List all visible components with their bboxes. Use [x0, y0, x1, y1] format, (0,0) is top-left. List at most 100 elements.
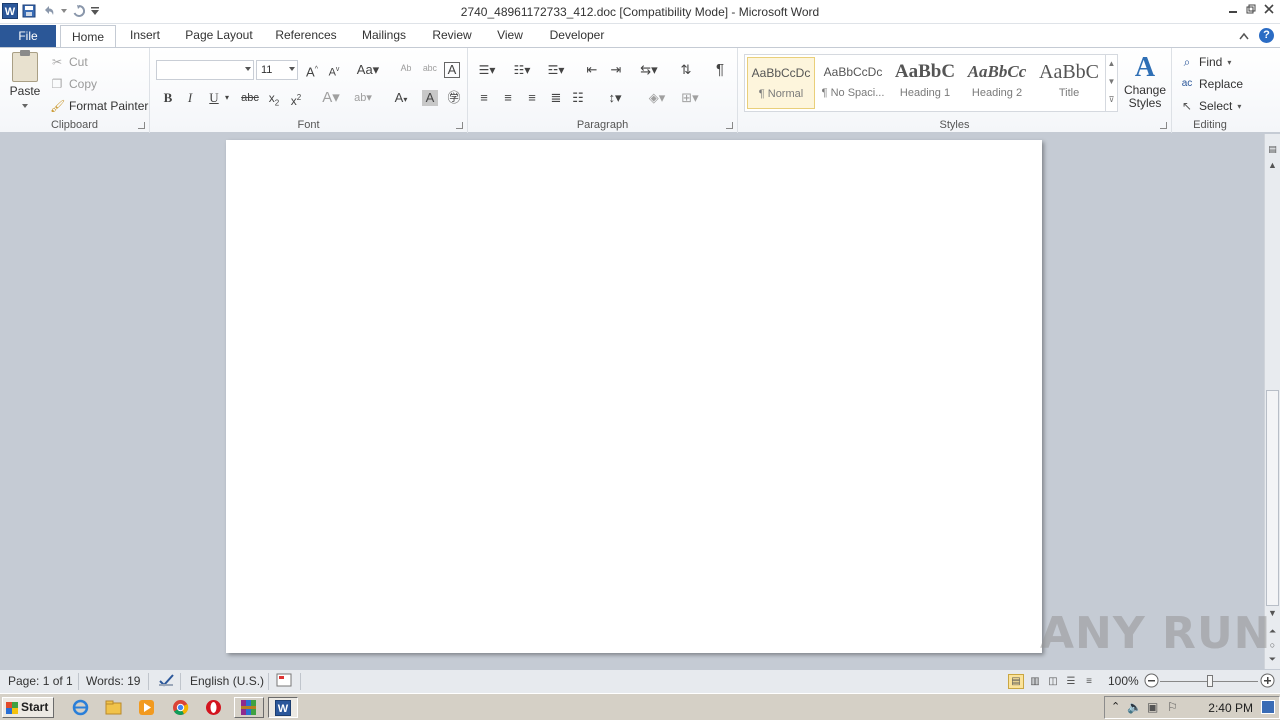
line-spacing-icon[interactable]: ↕▾: [602, 88, 628, 108]
font-launcher-icon[interactable]: [456, 122, 463, 129]
outline-view-icon[interactable]: ☰: [1063, 674, 1079, 689]
align-left-icon[interactable]: ≡: [474, 88, 494, 108]
chrome-icon[interactable]: [172, 699, 189, 716]
show-desktop-icon[interactable]: [1261, 700, 1275, 714]
zoom-out-icon[interactable]: [1144, 673, 1159, 691]
text-effects-icon[interactable]: A▾: [318, 88, 344, 108]
tab-view[interactable]: View: [490, 24, 530, 47]
page-count[interactable]: Page: 1 of 1: [8, 674, 73, 688]
tab-file[interactable]: File: [0, 25, 56, 47]
tab-page-layout[interactable]: Page Layout: [180, 24, 258, 47]
underline-icon[interactable]: U: [204, 88, 224, 108]
multilevel-list-icon[interactable]: ☲▾: [542, 60, 570, 80]
text-highlight-icon[interactable]: ab▾: [348, 88, 378, 108]
proofing-icon[interactable]: [158, 672, 176, 691]
media-player-icon[interactable]: [138, 699, 155, 716]
align-center-icon[interactable]: ≡: [498, 88, 518, 108]
zoom-slider-thumb[interactable]: [1207, 675, 1213, 687]
start-button[interactable]: Start: [2, 697, 54, 718]
internet-explorer-icon[interactable]: [72, 699, 89, 716]
bullets-icon[interactable]: ☰▾: [474, 60, 500, 80]
select-button[interactable]: ↖ Select ▾: [1180, 96, 1241, 116]
style-heading-1[interactable]: AaBbC Heading 1: [891, 57, 959, 109]
draft-view-icon[interactable]: ≡: [1081, 674, 1097, 689]
style-title[interactable]: AaBbC Title: [1035, 57, 1103, 109]
character-shading-icon[interactable]: A: [422, 90, 438, 106]
underline-dropdown-icon[interactable]: ▾: [222, 88, 232, 108]
print-layout-view-icon[interactable]: ▤: [1008, 674, 1024, 689]
show-formatting-icon[interactable]: ¶: [710, 60, 730, 80]
help-icon[interactable]: ?: [1259, 28, 1274, 43]
tab-home[interactable]: Home: [60, 25, 116, 48]
paragraph-launcher-icon[interactable]: [726, 122, 733, 129]
opera-icon[interactable]: [205, 699, 222, 716]
scroll-up-icon[interactable]: ▲: [1265, 158, 1280, 172]
style-heading-2[interactable]: AaBbCc Heading 2: [963, 57, 1031, 109]
full-screen-reading-icon[interactable]: ▥: [1027, 674, 1043, 689]
volume-icon[interactable]: 🔈: [1127, 700, 1142, 714]
taskbar-item-winrar[interactable]: [234, 697, 264, 718]
language[interactable]: English (U.S.): [190, 674, 264, 688]
clear-formatting-icon[interactable]: ᴬᵇ: [396, 60, 416, 80]
style-gallery-scroll[interactable]: ▲ ▼ ⊽: [1105, 55, 1117, 111]
styles-launcher-icon[interactable]: [1160, 122, 1167, 129]
justify-icon[interactable]: ≣: [546, 88, 566, 108]
italic-icon[interactable]: I: [180, 88, 200, 108]
decrease-indent-icon[interactable]: ⇤: [582, 60, 602, 80]
show-hidden-icons-icon[interactable]: ⌃: [1111, 700, 1120, 713]
zoom-level[interactable]: 100%: [1108, 674, 1139, 688]
enclose-characters-icon[interactable]: ㊫: [444, 88, 464, 108]
minimize-icon[interactable]: [1226, 2, 1240, 16]
cut-button[interactable]: ✂ Cut: [50, 52, 88, 72]
clipboard-launcher-icon[interactable]: [138, 122, 145, 129]
format-painter-button[interactable]: 🖌 Format Painter: [50, 96, 148, 116]
strikethrough-icon[interactable]: abc: [238, 88, 262, 108]
chevron-down-icon[interactable]: ▼: [1106, 73, 1117, 91]
find-button[interactable]: ⌕ Find ▾: [1180, 52, 1232, 72]
action-center-flag-icon[interactable]: ⚐: [1167, 700, 1178, 714]
scrollbar-thumb[interactable]: [1266, 390, 1279, 606]
numbering-icon[interactable]: ☷▾: [508, 60, 536, 80]
restore-icon[interactable]: [1244, 2, 1258, 16]
borders-icon[interactable]: ⊞▾: [676, 88, 704, 108]
taskbar-item-word[interactable]: W: [268, 697, 298, 718]
folder-icon[interactable]: [105, 699, 122, 716]
tab-developer[interactable]: Developer: [542, 24, 612, 47]
replace-button[interactable]: ac Replace: [1180, 74, 1243, 94]
text-direction-icon[interactable]: ⇆▾: [636, 60, 662, 80]
minimize-ribbon-icon[interactable]: [1239, 32, 1249, 40]
distributed-icon[interactable]: ☷: [568, 88, 588, 108]
zoom-in-icon[interactable]: [1260, 673, 1275, 691]
change-styles-button[interactable]: A Change Styles: [1122, 52, 1168, 110]
paste-button[interactable]: Paste: [8, 50, 42, 112]
network-icon[interactable]: ▣: [1147, 700, 1158, 714]
font-size-combo[interactable]: 11: [256, 60, 298, 80]
font-name-combo[interactable]: [156, 60, 254, 80]
tab-mailings[interactable]: Mailings: [354, 24, 414, 47]
chevron-up-icon[interactable]: ▲: [1106, 55, 1117, 73]
font-color-icon[interactable]: A▾: [388, 88, 414, 108]
document-page[interactable]: [226, 140, 1042, 653]
ruler-toggle-icon[interactable]: ▤: [1265, 142, 1280, 156]
tab-references[interactable]: References: [270, 24, 342, 47]
style-normal[interactable]: AaBbCcDc ¶ Normal: [747, 57, 815, 109]
grow-font-icon[interactable]: A^: [302, 60, 322, 80]
web-layout-icon[interactable]: ◫: [1045, 674, 1061, 689]
sort-icon[interactable]: ⇅: [676, 60, 696, 80]
change-case-icon[interactable]: Aa▾: [354, 60, 382, 80]
phonetic-guide-icon[interactable]: ᵃᵇᶜ: [420, 60, 440, 80]
word-count[interactable]: Words: 19: [86, 674, 140, 688]
more-styles-icon[interactable]: ⊽: [1106, 91, 1117, 109]
tab-insert[interactable]: Insert: [122, 24, 168, 47]
shrink-font-icon[interactable]: Av: [324, 60, 344, 80]
style-no-spacing[interactable]: AaBbCcDc ¶ No Spaci...: [819, 57, 887, 109]
superscript-icon[interactable]: x2: [286, 88, 306, 108]
character-border-icon[interactable]: A: [444, 62, 460, 78]
shading-icon[interactable]: ◈▾: [644, 88, 670, 108]
macro-recording-icon[interactable]: [276, 673, 292, 690]
copy-button[interactable]: ❐ Copy: [50, 74, 97, 94]
increase-indent-icon[interactable]: ⇥: [606, 60, 626, 80]
clock[interactable]: 2:40 PM: [1208, 701, 1253, 715]
close-icon[interactable]: [1262, 2, 1276, 16]
align-right-icon[interactable]: ≡: [522, 88, 542, 108]
